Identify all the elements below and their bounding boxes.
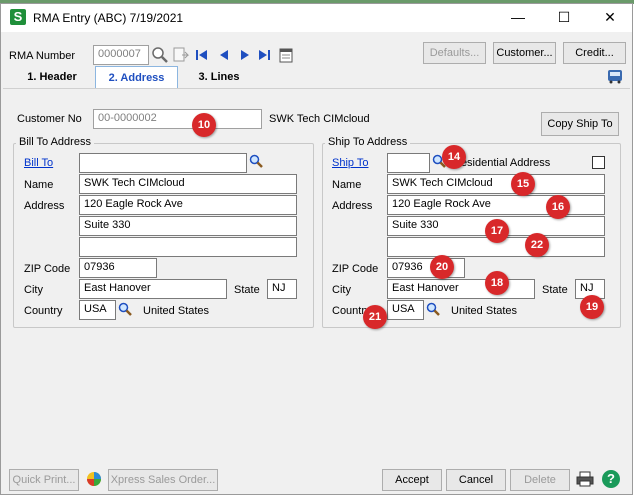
ship-to-group-label: Ship To Address: [325, 136, 411, 148]
ship-to-name-label: Name: [332, 179, 362, 191]
bill-to-zip-label: ZIP Code: [24, 263, 71, 275]
bill-to-city-field[interactable]: East Hanover: [79, 279, 227, 299]
residential-address-checkbox[interactable]: [592, 156, 605, 169]
customer-no-field[interactable]: 00-0000002: [93, 109, 262, 129]
bill-to-name-field[interactable]: SWK Tech CIMcloud: [79, 174, 297, 194]
callout-badge-16: 16: [546, 195, 570, 219]
callout-badge-10: 10: [192, 113, 216, 137]
customer-name: SWK Tech CIMcloud: [269, 113, 370, 125]
bill-to-link[interactable]: Bill To: [24, 157, 53, 169]
ship-to-city-field[interactable]: East Hanover: [387, 279, 535, 299]
help-icon[interactable]: ?: [602, 470, 620, 488]
ship-to-country-field[interactable]: USA: [387, 300, 424, 320]
bill-to-country-label: Country: [24, 305, 63, 317]
ship-to-name-field[interactable]: SWK Tech CIMcloud: [387, 174, 605, 194]
bill-to-zip-field[interactable]: 07936: [79, 258, 157, 278]
xpress-sales-order-button[interactable]: Xpress Sales Order...: [108, 469, 218, 491]
bill-to-country-name: United States: [143, 305, 210, 317]
maximize-button[interactable]: ☐: [542, 5, 586, 29]
next-record-icon[interactable]: [238, 48, 252, 62]
ship-to-city-label: City: [332, 284, 351, 296]
residential-address-label: Residential Address: [453, 157, 551, 169]
ship-to-country-name: United States: [451, 305, 518, 317]
ship-to-state-label: State: [542, 284, 568, 296]
calendar-icon[interactable]: [279, 47, 293, 63]
ship-to-address-label: Address: [332, 200, 373, 212]
app-icon: S: [10, 9, 26, 25]
accept-button[interactable]: Accept: [382, 469, 442, 491]
callout-badge-15: 15: [511, 172, 535, 196]
bill-to-address1-field[interactable]: 120 Eagle Rock Ave: [79, 195, 297, 215]
callout-badge-19: 19: [580, 295, 604, 319]
bill-to-search-icon[interactable]: [249, 154, 263, 168]
callout-badge-17: 17: [485, 219, 509, 243]
rma-number-field[interactable]: 0000007: [93, 45, 149, 65]
copy-ship-to-button[interactable]: Copy Ship To: [541, 112, 619, 136]
callout-badge-14: 14: [442, 145, 466, 169]
quick-print-button[interactable]: Quick Print...: [9, 469, 79, 491]
callout-badge-22: 22: [525, 233, 549, 257]
close-button[interactable]: ✕: [588, 5, 632, 29]
tab-header[interactable]: 1. Header: [20, 66, 84, 88]
window-title: RMA Entry (ABC) 7/19/2021: [33, 11, 184, 25]
lookup-icon[interactable]: [151, 46, 169, 64]
bill-to-address2-field[interactable]: Suite 330: [79, 216, 297, 236]
bill-to-group-label: Bill To Address: [16, 136, 94, 148]
bill-to-city-label: City: [24, 284, 43, 296]
first-record-icon[interactable]: [195, 48, 209, 62]
ship-to-zip-label: ZIP Code: [332, 263, 379, 275]
copy-document-icon[interactable]: [172, 46, 190, 64]
bill-to-name-label: Name: [24, 179, 54, 191]
callout-badge-21: 21: [363, 305, 387, 329]
defaults-button[interactable]: Defaults...: [423, 42, 486, 64]
tab-address[interactable]: 2. Address: [95, 66, 178, 88]
cancel-button[interactable]: Cancel: [446, 469, 506, 491]
bill-to-state-field[interactable]: NJ: [267, 279, 297, 299]
bill-to-code-field[interactable]: [79, 153, 247, 173]
bill-to-address3-field[interactable]: [79, 237, 297, 257]
customer-no-label: Customer No: [17, 113, 82, 125]
printer-icon[interactable]: [576, 470, 594, 488]
credit-button[interactable]: Credit...: [563, 42, 626, 64]
bus-icon[interactable]: [606, 67, 624, 85]
tab-lines[interactable]: 3. Lines: [192, 66, 246, 88]
rma-number-label: RMA Number: [9, 50, 76, 62]
color-wheel-icon[interactable]: [85, 470, 103, 488]
ship-to-address1-field[interactable]: 120 Eagle Rock Ave: [387, 195, 605, 215]
bill-to-country-search-icon[interactable]: [118, 302, 132, 316]
bill-to-state-label: State: [234, 284, 260, 296]
ship-to-link[interactable]: Ship To: [332, 157, 369, 169]
callout-badge-20: 20: [430, 255, 454, 279]
customer-button[interactable]: Customer...: [493, 42, 556, 64]
bill-to-address-label: Address: [24, 200, 65, 212]
previous-record-icon[interactable]: [217, 48, 231, 62]
callout-badge-18: 18: [485, 271, 509, 295]
minimize-button[interactable]: —: [496, 5, 540, 29]
bill-to-country-field[interactable]: USA: [79, 300, 116, 320]
ship-to-country-search-icon[interactable]: [426, 302, 440, 316]
ship-to-code-field[interactable]: [387, 153, 430, 173]
delete-button[interactable]: Delete: [510, 469, 570, 491]
last-record-icon[interactable]: [257, 48, 271, 62]
